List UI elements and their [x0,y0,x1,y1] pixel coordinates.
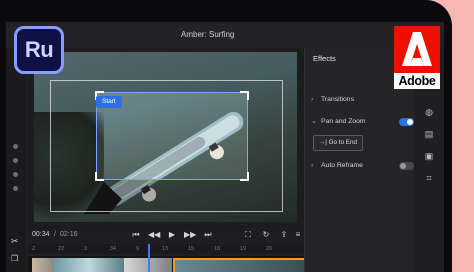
ruler-tick: 19 [240,246,247,252]
video-frame[interactable]: Start [34,52,297,222]
crop-handle-bottom-right[interactable] [240,172,249,181]
go-to-start-icon[interactable]: ⏮ [130,229,142,241]
effect-pan-and-zoom[interactable]: ⌄ Pan and Zoom [311,116,366,128]
timeline-ruler: 2 22 3 34 9 13 15 18 19 20 [28,244,304,254]
video-viewer: Start [28,48,304,228]
loop-icon[interactable]: ↻ [260,229,272,241]
current-timecode: 00:34 [32,231,50,238]
effect-label: Transitions [321,96,354,103]
effect-label: Pan and Zoom [321,118,366,125]
go-to-end-label: Go to End [328,139,358,146]
timecode-separator: / [54,231,56,238]
total-timecode: 02:16 [60,231,78,238]
transitions-chevron-icon: › [311,96,314,103]
rail-dot [13,158,18,163]
project-title: Amber: Surfing [181,30,235,39]
crop-handle-bottom-left[interactable] [95,172,104,181]
captions-icon[interactable]: ▣ [423,150,435,162]
tablet-device: are Amber: Surfing ✂ ❐ [0,0,452,272]
ruler-tick: 22 [58,246,65,252]
auto-reframe-chevron-icon: › [311,162,314,169]
scissors-icon[interactable]: ✂ [11,236,19,247]
audio-icon[interactable]: ▤ [423,128,435,140]
pan-zoom-chevron-icon: ⌄ [311,118,317,125]
adobe-logo: Adobe [394,26,440,89]
go-to-end-button[interactable]: →| Go to End [313,135,363,151]
fit-icon[interactable]: ⛶ [242,229,254,241]
adobe-a-mark-icon [402,32,432,66]
ruler-tick: 13 [162,246,169,252]
toggle-knob [407,119,413,125]
effects-panel-title: Effects [313,54,336,63]
transport-bar: 00:34 / 02:16 ⏮ ◀◀ ▶ ▶▶ ⏭ ⛶ ↻ ⇪ ≡ [28,228,304,244]
duplicate-icon[interactable]: ❐ [11,254,18,263]
ruler-tick: 9 [136,246,140,252]
rail-dot [13,186,18,191]
rail-dot [13,172,18,177]
ruler-tick: 34 [110,246,117,252]
start-chip[interactable]: Start [96,96,122,108]
pan-zoom-toggle[interactable] [399,118,414,126]
menu-icon[interactable]: ≡ [292,229,304,241]
selected-clip[interactable] [173,258,306,272]
ruler-tick: 20 [266,246,273,252]
export-frame-icon[interactable]: ⇪ [278,229,290,241]
effect-label: Auto Reframe [321,162,363,169]
step-back-icon[interactable]: ◀◀ [148,229,160,241]
effect-auto-reframe[interactable]: › Auto Reframe [311,160,363,172]
rush-app-screen: are Amber: Surfing ✂ ❐ [6,22,444,272]
ruler-tick: 15 [188,246,195,252]
step-forward-icon[interactable]: ▶▶ [184,229,196,241]
left-toolbar: ✂ ❐ [6,48,26,272]
effect-transitions[interactable]: › Transitions [311,94,354,106]
toggle-knob [400,163,406,169]
playhead[interactable] [148,244,150,272]
crop-icon[interactable]: ⌗ [423,172,435,184]
top-bar: are Amber: Surfing [6,22,444,49]
go-to-end-icon: →| [318,139,327,146]
clip-thumbnail[interactable] [54,258,124,272]
color-icon[interactable]: ◍ [423,106,435,118]
clip-thumbnail[interactable] [32,258,54,272]
play-icon[interactable]: ▶ [166,229,178,241]
adobe-wordmark: Adobe [394,73,440,89]
rail-dot [13,144,18,149]
ruler-tick: 18 [214,246,221,252]
crop-handle-top-right[interactable] [240,91,249,100]
rush-app-logo: Ru [14,26,64,74]
ruler-tick: 3 [84,246,88,252]
auto-reframe-toggle[interactable] [399,162,414,170]
ruler-tick: 2 [32,246,36,252]
go-to-end-transport-icon[interactable]: ⏭ [202,229,214,241]
